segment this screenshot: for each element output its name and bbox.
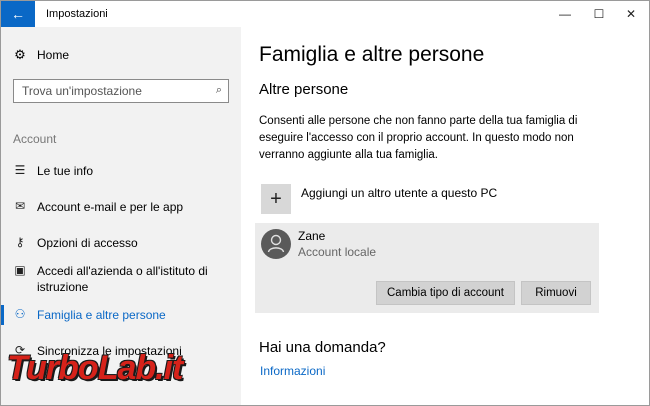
change-account-type-button[interactable]: Cambia tipo di account — [376, 281, 515, 305]
sidebar-item-sign-in-options[interactable]: ⚷ Opzioni di accesso — [1, 235, 241, 251]
mail-icon: ✉ — [14, 199, 26, 213]
user-account-type: Account locale — [298, 245, 377, 259]
minimize-button[interactable]: — — [549, 1, 581, 27]
main-content: Famiglia e altre persone Altre persone C… — [241, 27, 649, 405]
minimize-icon: — — [559, 7, 571, 21]
back-button[interactable]: ← — [1, 1, 35, 27]
close-icon: ✕ — [625, 7, 637, 21]
user-card[interactable]: Zane Account locale Cambia tipo di accou… — [255, 223, 599, 313]
people-icon: ⚇ — [14, 307, 26, 321]
question-title: Hai una domanda? — [259, 339, 386, 356]
sidebar-section-label: Account — [13, 132, 57, 146]
sidebar-item-label: Accedi all'azienda o all'istituto di ist… — [37, 264, 208, 294]
user-name: Zane — [298, 229, 326, 243]
search-input[interactable] — [14, 80, 204, 102]
section-description: Consenti alle persone che non fanno part… — [259, 115, 578, 161]
back-arrow-icon: ← — [11, 6, 25, 22]
plus-icon: + — [261, 184, 291, 214]
title-bar: ← Impostazioni — ☐ ✕ — [1, 1, 649, 27]
add-user-button[interactable]: + Aggiungi un altro utente a questo PC — [261, 184, 497, 214]
search-icon[interactable]: ⌕ — [216, 84, 222, 97]
sidebar-item-label: Famiglia e altre persone — [37, 308, 166, 322]
section-title: Altre persone — [259, 81, 349, 98]
sidebar-item-label: Opzioni di accesso — [37, 236, 138, 250]
watermark-logo: TurboLab.it — [7, 349, 183, 387]
remove-button[interactable]: Rimuovi — [521, 281, 591, 305]
window-title: Impostazioni — [46, 8, 108, 20]
sidebar-item-family[interactable]: ⚇ Famiglia e altre persone — [1, 307, 241, 323]
sidebar-item-email-accounts[interactable]: ✉ Account e-mail e per le app — [1, 199, 241, 215]
sidebar-home[interactable]: ⚙ Home — [13, 47, 69, 63]
close-button[interactable]: ✕ — [615, 1, 647, 27]
briefcase-icon: ▣ — [14, 263, 26, 277]
contact-card-icon: ☰ — [14, 163, 26, 177]
info-link[interactable]: Informazioni — [260, 364, 325, 378]
maximize-button[interactable]: ☐ — [583, 1, 615, 27]
settings-window: ← Impostazioni — ☐ ✕ ⚙ Home ⌕ Account ☰ … — [0, 0, 650, 406]
person-icon — [267, 234, 285, 253]
maximize-icon: ☐ — [593, 7, 605, 21]
search-box: ⌕ — [13, 79, 229, 103]
key-icon: ⚷ — [15, 235, 25, 249]
add-user-label: Aggiungi un altro utente a questo PC — [301, 186, 498, 200]
sidebar-item-label: Account e-mail e per le app — [37, 200, 184, 214]
sidebar-item-label: Le tue info — [37, 164, 94, 178]
page-title: Famiglia e altre persone — [259, 43, 485, 66]
sidebar-item-work-school[interactable]: ▣ Accedi all'azienda o all'istituto di i… — [1, 263, 241, 295]
gear-icon: ⚙ — [14, 47, 26, 62]
sidebar-item-your-info[interactable]: ☰ Le tue info — [1, 163, 241, 179]
avatar — [261, 229, 291, 259]
sidebar-home-label: Home — [37, 48, 70, 62]
